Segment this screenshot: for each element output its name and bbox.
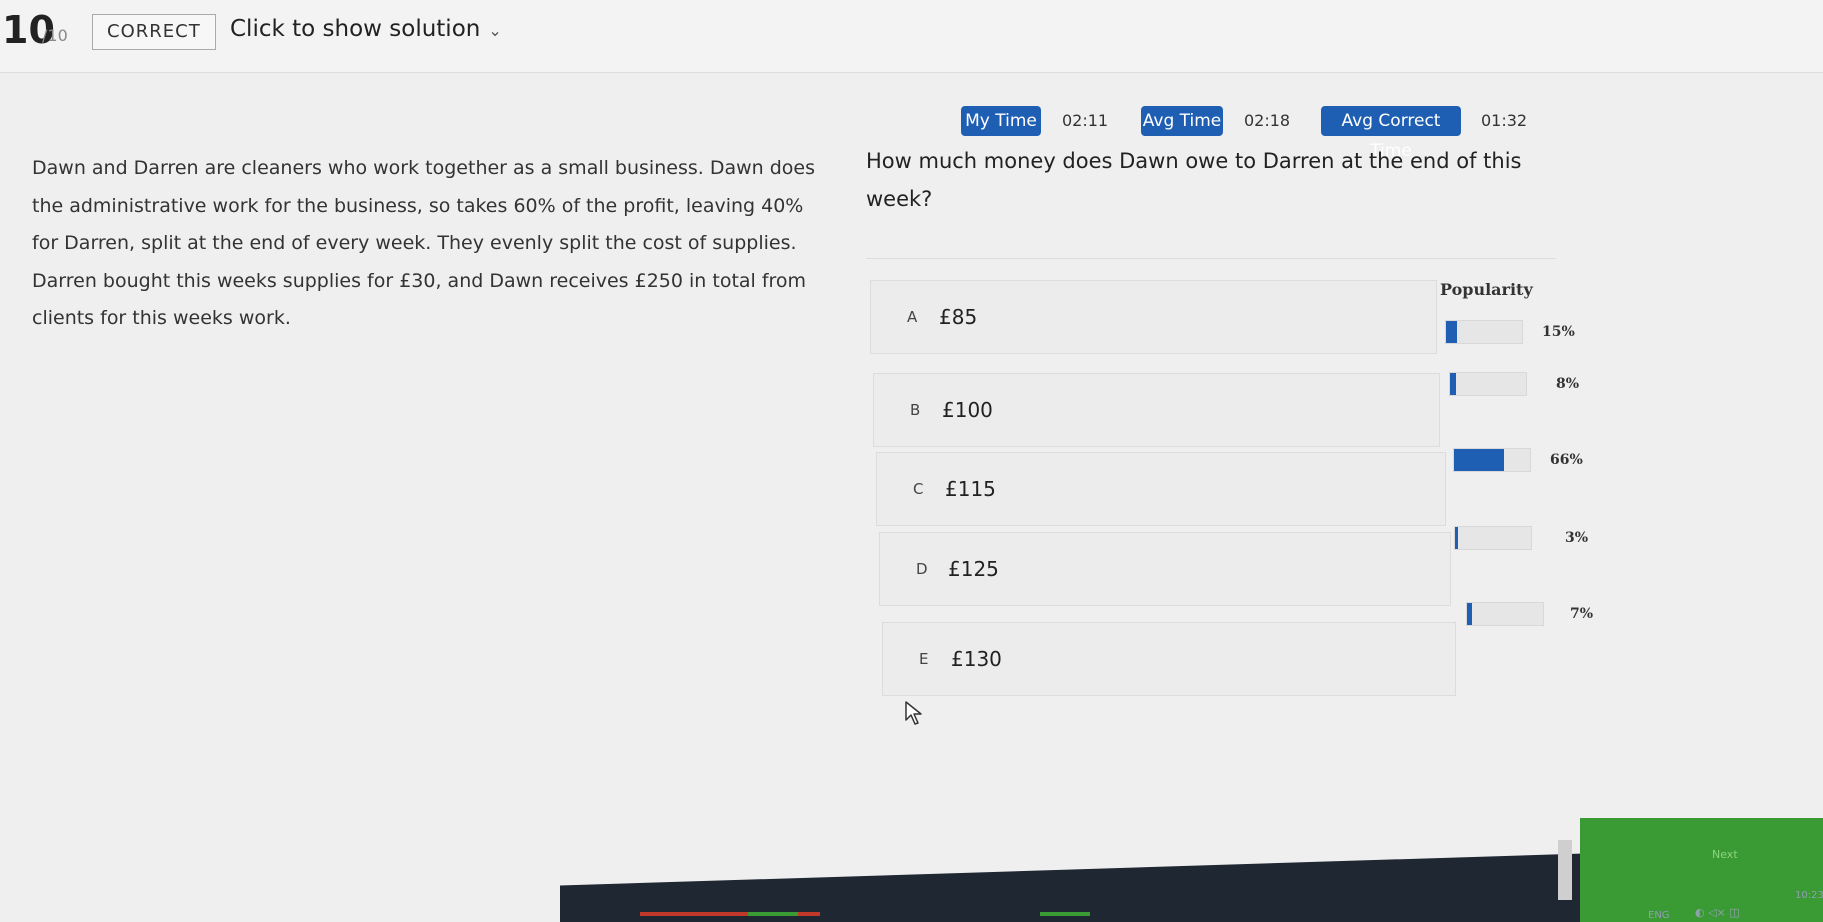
- option-letter: E: [919, 650, 929, 668]
- show-solution-toggle[interactable]: Click to show solution ⌄: [230, 16, 502, 42]
- next-button-label: Next: [1712, 848, 1738, 861]
- option-text: £115: [945, 477, 996, 501]
- popularity-bar-fill: [1454, 449, 1505, 471]
- popularity-bar-fill: [1450, 373, 1457, 395]
- option-text: £85: [939, 305, 978, 329]
- option-letter: D: [916, 560, 928, 578]
- question-text: How much money does Dawn owe to Darren a…: [866, 149, 1522, 211]
- answer-option-c[interactable]: C £115: [876, 452, 1446, 526]
- popularity-bar-b: [1449, 372, 1527, 396]
- popularity-bar-fill: [1446, 321, 1458, 343]
- chevron-down-icon: ⌄: [488, 21, 502, 40]
- avg-correct-time-value: 01:32: [1481, 111, 1528, 130]
- popularity-percent-c: 66%: [1550, 452, 1583, 468]
- answer-option-b[interactable]: B £100: [873, 373, 1440, 447]
- divider: [866, 258, 1556, 259]
- progress-strip-green: [1040, 912, 1090, 916]
- score-total: /10: [42, 26, 68, 45]
- option-letter: B: [910, 401, 921, 419]
- answer-option-d[interactable]: D £125: [879, 532, 1451, 606]
- option-letter: C: [913, 480, 924, 498]
- mouse-cursor-icon: [905, 701, 922, 725]
- my-time-value: 02:11: [1062, 111, 1109, 130]
- popularity-bar-d: [1454, 526, 1532, 550]
- question-passage: Dawn and Darren are cleaners who work to…: [32, 157, 815, 329]
- my-time-pill: My Time: [961, 106, 1041, 136]
- avg-correct-time-pill: Avg Correct Time: [1321, 106, 1461, 161]
- popularity-percent-d: 3%: [1565, 530, 1589, 546]
- status-badge: CORRECT: [92, 14, 216, 50]
- language-indicator: ENG: [1648, 910, 1670, 921]
- avg-time-pill: Avg Time: [1141, 106, 1223, 136]
- option-text: £130: [951, 647, 1002, 671]
- popularity-heading: Popularity: [1440, 280, 1533, 299]
- popularity-percent-e: 7%: [1570, 606, 1594, 622]
- popularity-bar-c: [1453, 448, 1531, 472]
- answer-option-e[interactable]: E £130: [882, 622, 1456, 696]
- popularity-bar-fill: [1467, 603, 1473, 625]
- popularity-percent-b: 8%: [1556, 376, 1580, 392]
- popularity-bar-e: [1466, 602, 1544, 626]
- taskbar: [0, 846, 1823, 922]
- clock: 10:23: [1795, 890, 1823, 901]
- avg-time-value: 02:18: [1244, 111, 1291, 130]
- popularity-bar-a: [1445, 320, 1523, 344]
- show-solution-label: Click to show solution: [230, 16, 481, 42]
- option-text: £100: [942, 398, 993, 422]
- option-letter: A: [907, 308, 918, 326]
- speaker-icon: ◐ ◁× ◫: [1695, 906, 1740, 919]
- popularity-percent-a: 15%: [1542, 324, 1575, 340]
- progress-strip-green: [748, 912, 798, 916]
- option-text: £125: [948, 557, 999, 581]
- popularity-bar-fill: [1455, 527, 1459, 549]
- scrollbar[interactable]: [1558, 840, 1572, 900]
- results-header: 10 /10 CORRECT Click to show solution ⌄: [0, 0, 1823, 73]
- answer-option-a[interactable]: A £85: [870, 280, 1437, 354]
